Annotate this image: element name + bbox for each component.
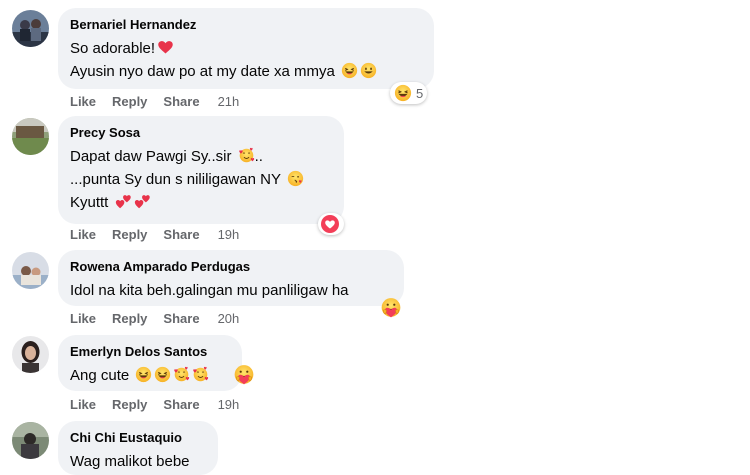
comment-author[interactable]: Precy Sosa [70, 124, 332, 141]
comment-actions: Like Reply Share 20h [70, 311, 255, 326]
like-button[interactable]: Like [70, 227, 96, 242]
comment-actions: Like Reply Share 21h [70, 94, 255, 109]
like-button[interactable]: Like [70, 397, 96, 412]
comment-author[interactable]: Emerlyn Delos Santos [70, 343, 230, 360]
reaction-summary[interactable] [231, 364, 257, 386]
care-icon [233, 364, 255, 386]
comment-bubble: Chi Chi Eustaquio Wag malikot bebe [58, 421, 218, 475]
avatar[interactable] [12, 10, 49, 47]
share-button[interactable]: Share [163, 94, 199, 109]
timestamp[interactable]: 19h [218, 227, 240, 242]
haha-icon [394, 84, 412, 102]
reply-button[interactable]: Reply [112, 94, 147, 109]
share-button[interactable]: Share [163, 227, 199, 242]
timestamp[interactable]: 19h [218, 397, 240, 412]
grinning-face-icon [360, 62, 377, 79]
comment-bubble: Rowena Amparado Perdugas Idol na kita be… [58, 250, 404, 306]
comment-text: Wag malikot bebe [70, 453, 190, 470]
love-icon [321, 215, 339, 233]
comment-bubble: Emerlyn Delos Santos Ang cute [58, 335, 242, 391]
care-icon [380, 297, 402, 319]
comment-actions: Like Reply Share 19h [70, 227, 255, 242]
comment-text: Idol na kita beh.galingan mu panliligaw … [70, 282, 349, 299]
reaction-summary[interactable] [378, 297, 404, 319]
reaction-summary[interactable]: 5 [390, 82, 428, 104]
comment-author[interactable]: Chi Chi Eustaquio [70, 429, 206, 446]
smiling-face-with-hearts-icon [192, 366, 209, 383]
two-hearts-icon [134, 193, 151, 210]
share-button[interactable]: Share [163, 397, 199, 412]
reaction-count: 5 [416, 85, 424, 101]
comment-text: Ang cute [70, 364, 230, 387]
timestamp[interactable]: 21h [218, 94, 240, 109]
reply-button[interactable]: Reply [112, 311, 147, 326]
share-button[interactable]: Share [163, 311, 199, 326]
avatar[interactable] [12, 118, 49, 155]
laughing-face-icon [341, 62, 358, 79]
laughing-face-icon [135, 366, 152, 383]
laughing-face-icon [154, 366, 171, 383]
comment-text: So adorable! [70, 37, 422, 60]
comment-actions: Like Reply Share 19h [70, 397, 255, 412]
comment-author[interactable]: Rowena Amparado Perdugas [70, 258, 392, 275]
avatar[interactable] [12, 252, 49, 289]
comment-text: Kyuttt [70, 191, 332, 214]
comment-text: Dapat daw Pawgi Sy..sir .. [70, 147, 263, 165]
reply-button[interactable]: Reply [112, 227, 147, 242]
reaction-summary[interactable] [318, 213, 344, 235]
comment-bubble: Bernariel Hernandez So adorable! Ayusin … [58, 8, 434, 89]
two-hearts-icon [115, 193, 132, 210]
avatar[interactable] [12, 336, 49, 373]
red-heart-icon [157, 39, 174, 56]
smiling-face-with-hearts-icon [173, 366, 190, 383]
timestamp[interactable]: 20h [218, 311, 240, 326]
comment-text: Ayusin nyo daw po at my date xa mmya [70, 60, 422, 83]
comment-text: ...punta Sy dun s nililigawan NY [70, 168, 332, 191]
like-button[interactable]: Like [70, 94, 96, 109]
like-button[interactable]: Like [70, 311, 96, 326]
kissing-face-icon [287, 170, 304, 187]
comment-author[interactable]: Bernariel Hernandez [70, 16, 422, 33]
comment-bubble: Precy Sosa Dapat daw Pawgi Sy..sir .. ..… [58, 116, 344, 224]
smiling-face-with-hearts-icon [238, 147, 255, 164]
avatar[interactable] [12, 422, 49, 459]
reply-button[interactable]: Reply [112, 397, 147, 412]
